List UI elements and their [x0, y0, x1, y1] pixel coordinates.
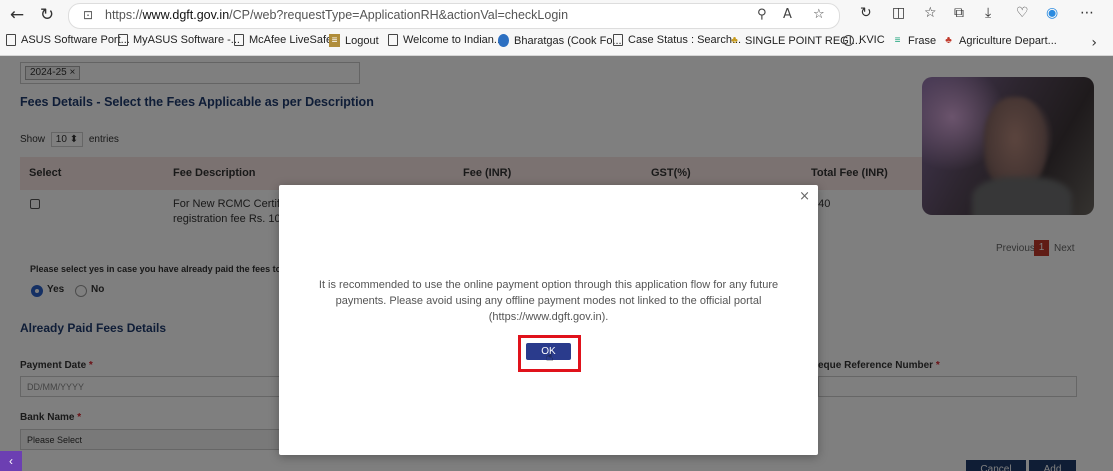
bookmark-agriculture[interactable]: ♣ Agriculture Depart... — [943, 34, 1057, 47]
split-screen-icon[interactable]: ◫ — [892, 5, 905, 21]
close-icon[interactable]: × — [799, 189, 810, 204]
reload-icon[interactable]: ↻ — [36, 4, 58, 26]
page-icon — [118, 34, 128, 46]
emblem-icon: ♣ — [945, 35, 952, 46]
logout-icon: ≡ — [329, 34, 340, 47]
favorites-icon[interactable]: ☆ — [924, 5, 937, 21]
bookmark-asus-software[interactable]: ASUS Software Port... — [6, 34, 130, 46]
bookmark-single-point[interactable]: ♣ SINGLE POINT REGI... — [729, 34, 861, 47]
collections-icon[interactable]: ⧉ — [954, 5, 964, 21]
extension-icon[interactable]: ↻ — [860, 5, 872, 21]
address-row: ← ↻ ⊡ https://www.dgft.gov.in/CP/web?req… — [0, 0, 1113, 30]
kvic-icon — [843, 34, 854, 46]
back-icon[interactable]: ← — [6, 4, 28, 26]
page-info-icon[interactable]: ⊡ — [83, 8, 93, 22]
more-menu-icon[interactable]: ⋯ — [1080, 5, 1094, 21]
bookmark-frase[interactable]: ≡ Frase — [892, 34, 937, 47]
page-icon — [6, 34, 16, 46]
frase-icon: ≡ — [894, 35, 901, 46]
browser-chrome: ← ↻ ⊡ https://www.dgft.gov.in/CP/web?req… — [0, 0, 1113, 56]
download-icon[interactable]: ⤓ — [985, 5, 991, 21]
read-aloud-icon[interactable]: A — [783, 7, 792, 22]
bookmark-bharatgas[interactable]: Bharatgas (Cook Fo... — [498, 34, 622, 47]
page-icon — [613, 34, 623, 46]
page-icon — [388, 34, 398, 46]
bharatgas-icon — [498, 34, 509, 47]
heart-icon[interactable]: ♡ — [1016, 5, 1029, 21]
bookmark-logout[interactable]: ≡ Logout — [329, 34, 379, 47]
bookmark-myasus[interactable]: MyASUS Software -... — [118, 34, 240, 46]
favorite-star-icon[interactable]: ☆ — [813, 7, 825, 22]
url-text[interactable]: https://www.dgft.gov.in/CP/web?requestTy… — [105, 8, 568, 22]
side-widget-icon[interactable]: ‹ — [0, 451, 22, 471]
address-bar[interactable]: ⊡ https://www.dgft.gov.in/CP/web?request… — [68, 3, 840, 29]
hand-cursor-icon: ☝ — [546, 350, 554, 364]
zoom-icon[interactable]: ⚲ — [757, 7, 767, 22]
page-icon — [234, 34, 244, 46]
copilot-icon[interactable]: ◉ — [1046, 5, 1058, 21]
bookmark-mcafee[interactable]: McAfee LiveSafe — [234, 34, 332, 46]
payment-advisory-modal: × It is recommended to use the online pa… — [279, 185, 818, 455]
bookmark-kvic[interactable]: KVIC — [843, 34, 885, 46]
bookmark-welcome-indian[interactable]: Welcome to Indian... — [388, 34, 503, 46]
bookmarks-bar: ASUS Software Port... MyASUS Software -.… — [0, 30, 1113, 54]
bookmark-case-status[interactable]: Case Status : Search... — [613, 34, 741, 46]
emblem-icon: ♣ — [731, 35, 738, 46]
modal-message: It is recommended to use the online paym… — [318, 279, 779, 323]
bookmarks-overflow-chevron-icon[interactable]: › — [1091, 35, 1097, 51]
